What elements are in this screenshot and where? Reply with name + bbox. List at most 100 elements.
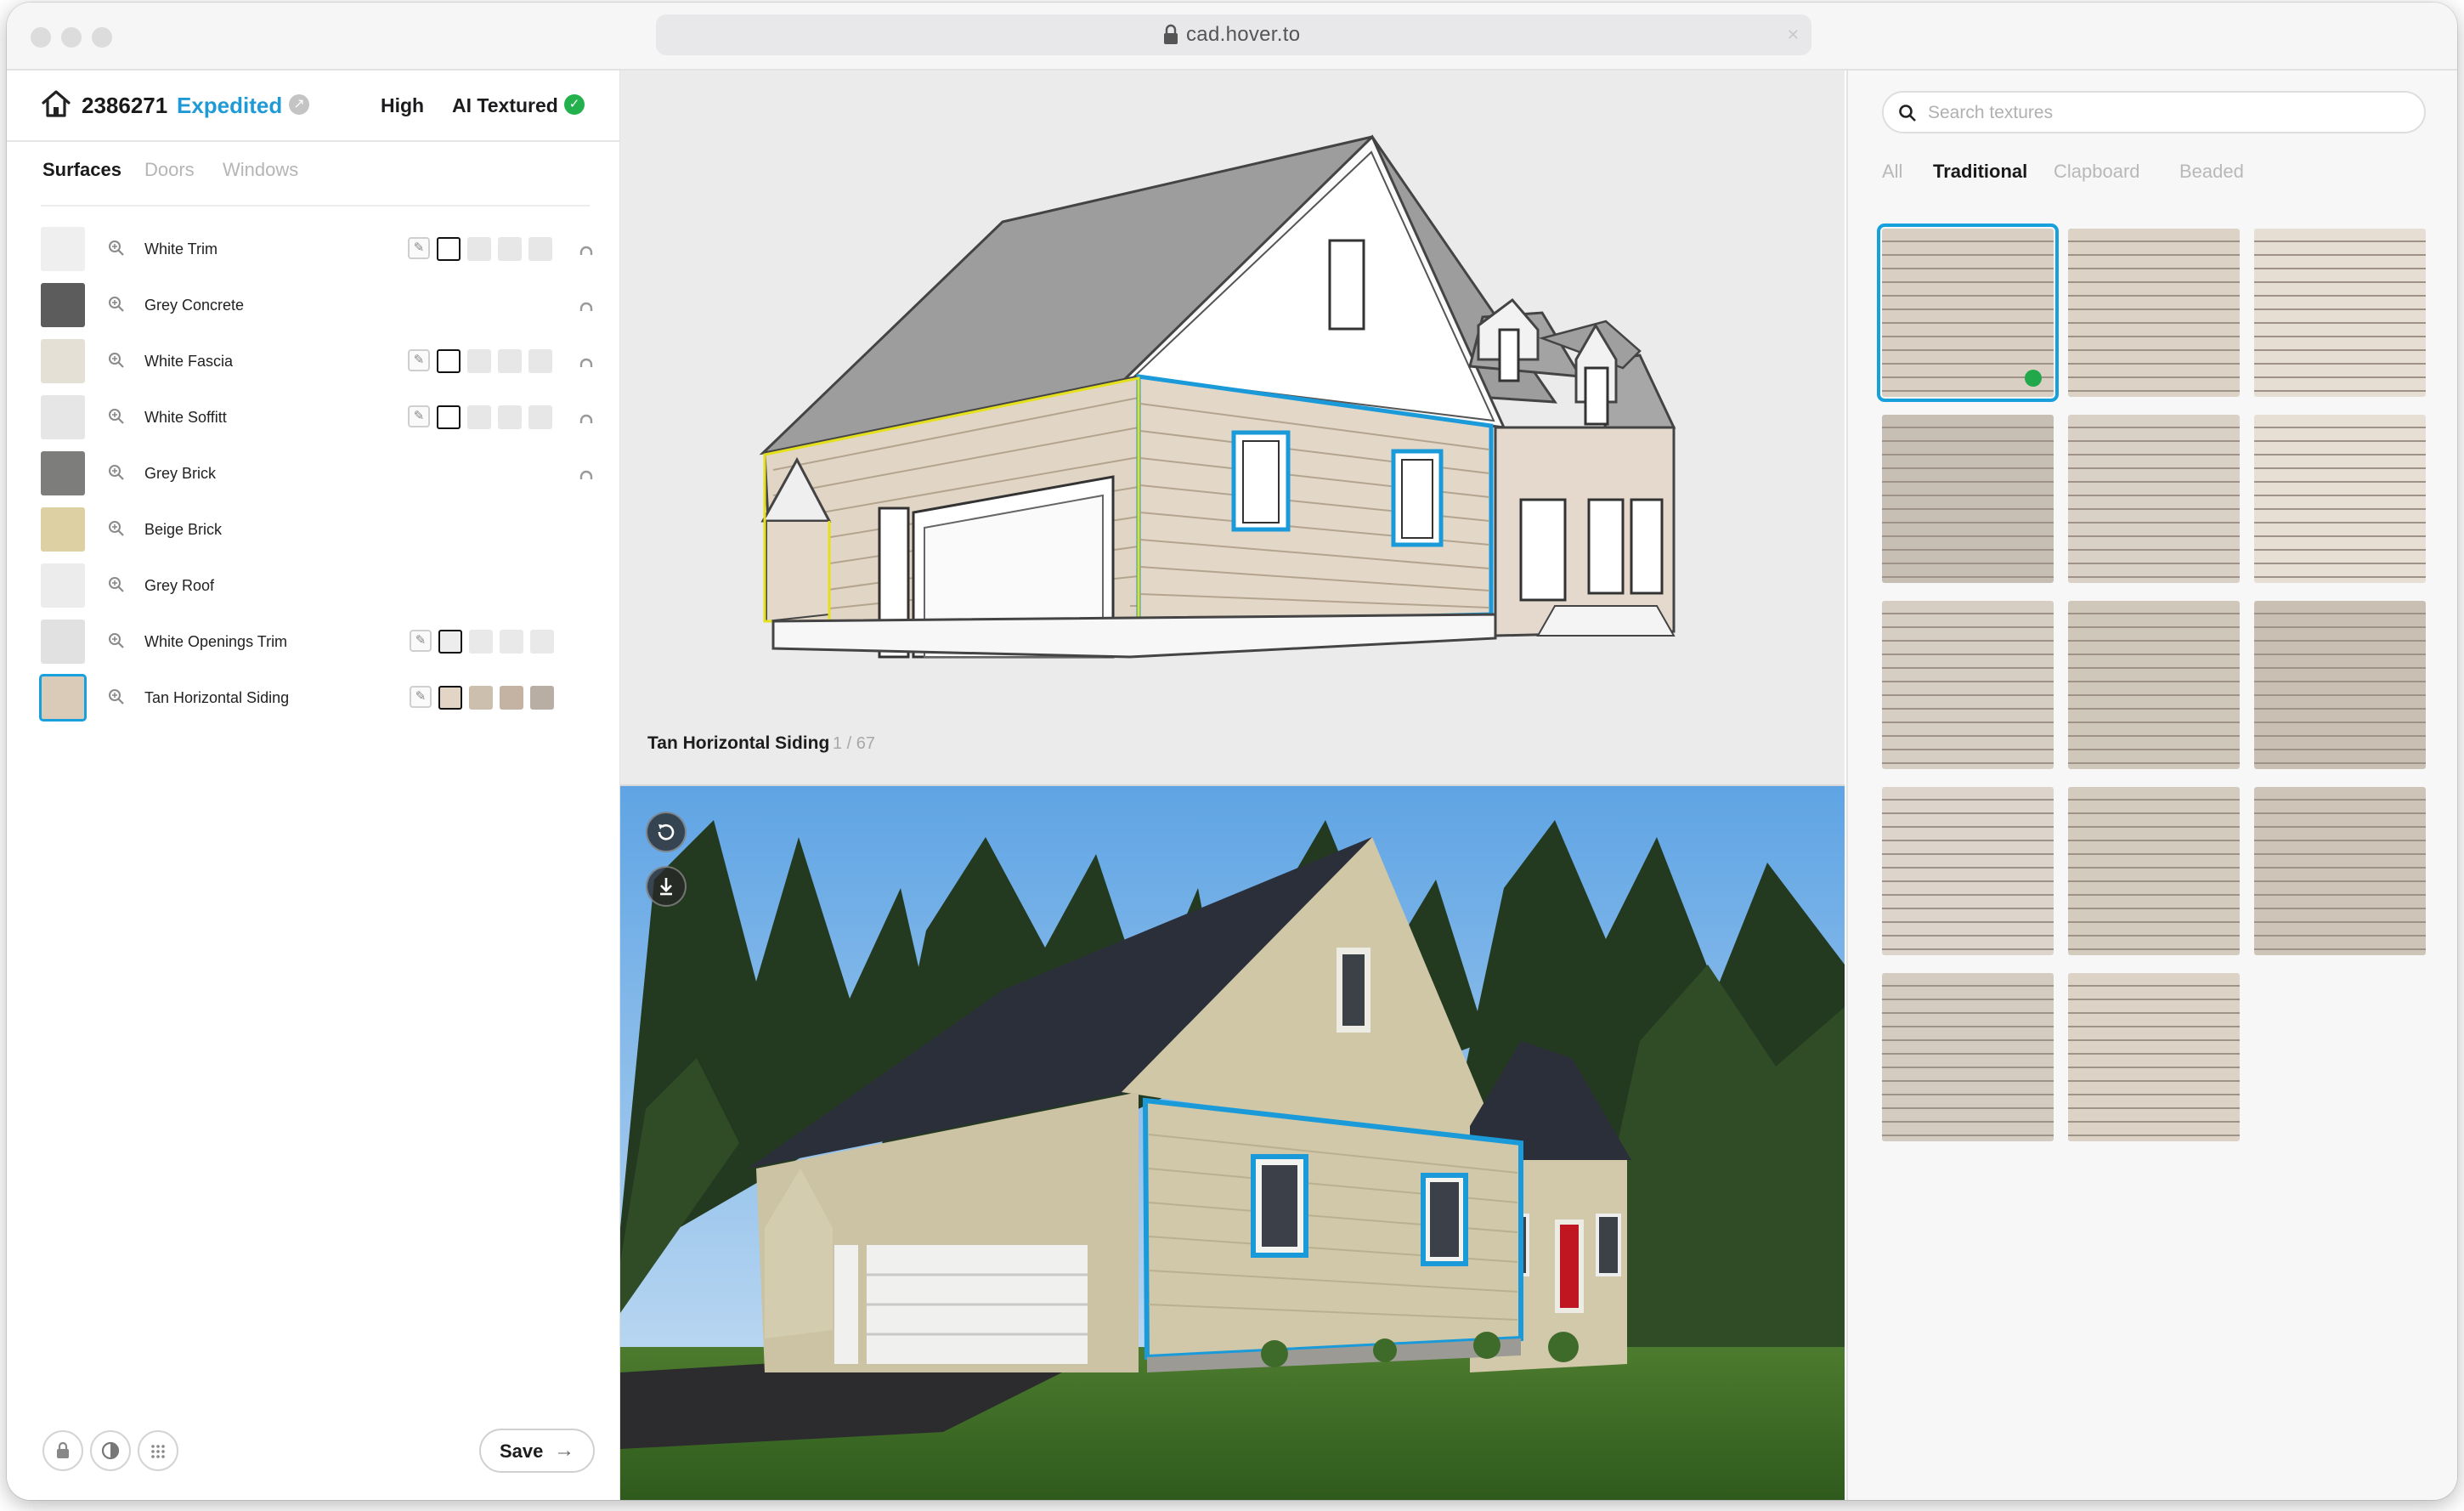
save-button[interactable]: Save → [479,1429,595,1473]
tab-traditional[interactable]: Traditional [1933,161,2027,183]
zoom-icon[interactable] [107,239,126,257]
edit-color-button[interactable]: ✎ [408,237,430,259]
job-status-badge: Expedited [177,93,283,118]
color-option[interactable] [498,349,522,373]
surface-row[interactable]: Grey Concrete [41,283,602,331]
zoom-icon[interactable] [107,575,126,594]
edit-color-button[interactable]: ✎ [408,349,430,371]
color-option[interactable] [467,349,491,373]
zoom-icon[interactable] [107,688,126,706]
surface-swatch[interactable] [41,395,85,439]
color-option[interactable] [528,349,552,373]
zoom-icon[interactable] [107,295,126,314]
zoom-icon[interactable] [107,351,126,370]
external-link-icon[interactable]: ↗ [289,94,309,115]
color-option[interactable] [498,405,522,429]
texture-tile[interactable] [2254,229,2426,397]
texture-tile[interactable] [2254,787,2426,955]
color-option[interactable] [469,686,493,710]
clear-url-icon[interactable]: ✕ [1787,26,1800,44]
tab-windows[interactable]: Windows [223,159,298,181]
texture-tile[interactable] [2254,415,2426,583]
tab-surfaces[interactable]: Surfaces [42,159,122,181]
selected-surface-label: Tan Horizontal Siding [647,733,830,753]
zoom-icon[interactable] [107,631,126,650]
texture-tile[interactable] [2068,415,2240,583]
home-icon[interactable] [41,89,71,118]
link-icon[interactable] [576,407,596,427]
texture-tile[interactable] [2068,229,2240,397]
surface-row[interactable]: White Fascia ✎ [41,339,602,387]
search-box[interactable] [1882,91,2426,133]
texture-tile[interactable] [1877,224,2059,402]
color-option[interactable] [438,686,462,710]
surface-swatch[interactable] [41,283,85,327]
texture-tile[interactable] [2068,601,2240,769]
edit-color-button[interactable]: ✎ [410,630,432,652]
address-bar[interactable]: cad.hover.to ✕ [656,14,1811,55]
lock-button[interactable] [42,1430,83,1471]
edit-color-button[interactable]: ✎ [408,405,430,427]
color-option[interactable] [528,237,552,261]
surface-row[interactable]: Grey Roof [41,563,602,611]
color-option[interactable] [467,237,491,261]
texture-tile[interactable] [1882,973,2054,1141]
tab-beaded[interactable]: Beaded [2179,161,2244,183]
texture-tile[interactable] [2068,973,2240,1141]
color-option[interactable] [498,237,522,261]
reference-photo[interactable] [620,786,1845,1500]
color-option[interactable] [437,349,461,373]
3d-model-view[interactable]: Tan Horizontal Siding 1 / 67 [620,71,1845,786]
texture-tile[interactable] [2254,601,2426,769]
surface-row[interactable]: White Trim ✎ [41,227,602,274]
color-option[interactable] [500,630,523,654]
color-option[interactable] [530,686,554,710]
link-icon[interactable] [576,463,596,484]
color-option[interactable] [438,630,462,654]
surface-swatch[interactable] [39,674,87,722]
texture-tile[interactable] [1882,787,2054,955]
texture-tile[interactable] [2068,787,2240,955]
color-option[interactable] [528,405,552,429]
link-icon[interactable] [576,239,596,259]
texture-tile[interactable] [1882,415,2054,583]
zoom-icon[interactable] [107,407,126,426]
zoom-icon[interactable] [107,519,126,538]
surface-row[interactable]: White Openings Trim ✎ [41,620,602,667]
tab-all[interactable]: All [1882,161,1902,183]
grid-button[interactable] [138,1430,178,1471]
surface-swatch[interactable] [41,227,85,271]
tab-clapboard[interactable]: Clapboard [2054,161,2140,183]
download-button[interactable] [646,866,687,907]
texture-tile[interactable] [1882,601,2054,769]
link-icon[interactable] [576,351,596,371]
surface-swatch[interactable] [41,339,85,383]
surface-row[interactable]: White Soffitt ✎ [41,395,602,443]
search-input[interactable] [1926,99,2405,127]
window-zoom-control[interactable] [92,27,112,48]
surface-row[interactable]: Beige Brick [41,507,602,555]
surface-row[interactable]: Tan Horizontal Siding ✎ [39,674,602,723]
surface-swatch[interactable] [41,563,85,608]
color-option[interactable] [437,237,461,261]
link-icon[interactable] [576,295,596,315]
rotate-button[interactable] [646,812,687,852]
window-close-control[interactable] [31,27,51,48]
surface-name: White Trim [144,241,218,257]
surfaces-panel: 2386271 Expedited ↗ High AI Textured ✓ S… [7,71,621,1500]
color-option[interactable] [530,630,554,654]
surface-swatch[interactable] [41,451,85,495]
color-option[interactable] [467,405,491,429]
contrast-button[interactable] [90,1430,131,1471]
surface-swatch[interactable] [41,620,85,664]
window-minimize-control[interactable] [61,27,82,48]
surface-swatch[interactable] [41,507,85,552]
color-option[interactable] [469,630,493,654]
pencil-icon: ✎ [415,633,427,648]
color-option[interactable] [500,686,523,710]
surface-row[interactable]: Grey Brick [41,451,602,499]
edit-color-button[interactable]: ✎ [410,686,432,708]
tab-doors[interactable]: Doors [144,159,195,181]
color-option[interactable] [437,405,461,429]
zoom-icon[interactable] [107,463,126,482]
